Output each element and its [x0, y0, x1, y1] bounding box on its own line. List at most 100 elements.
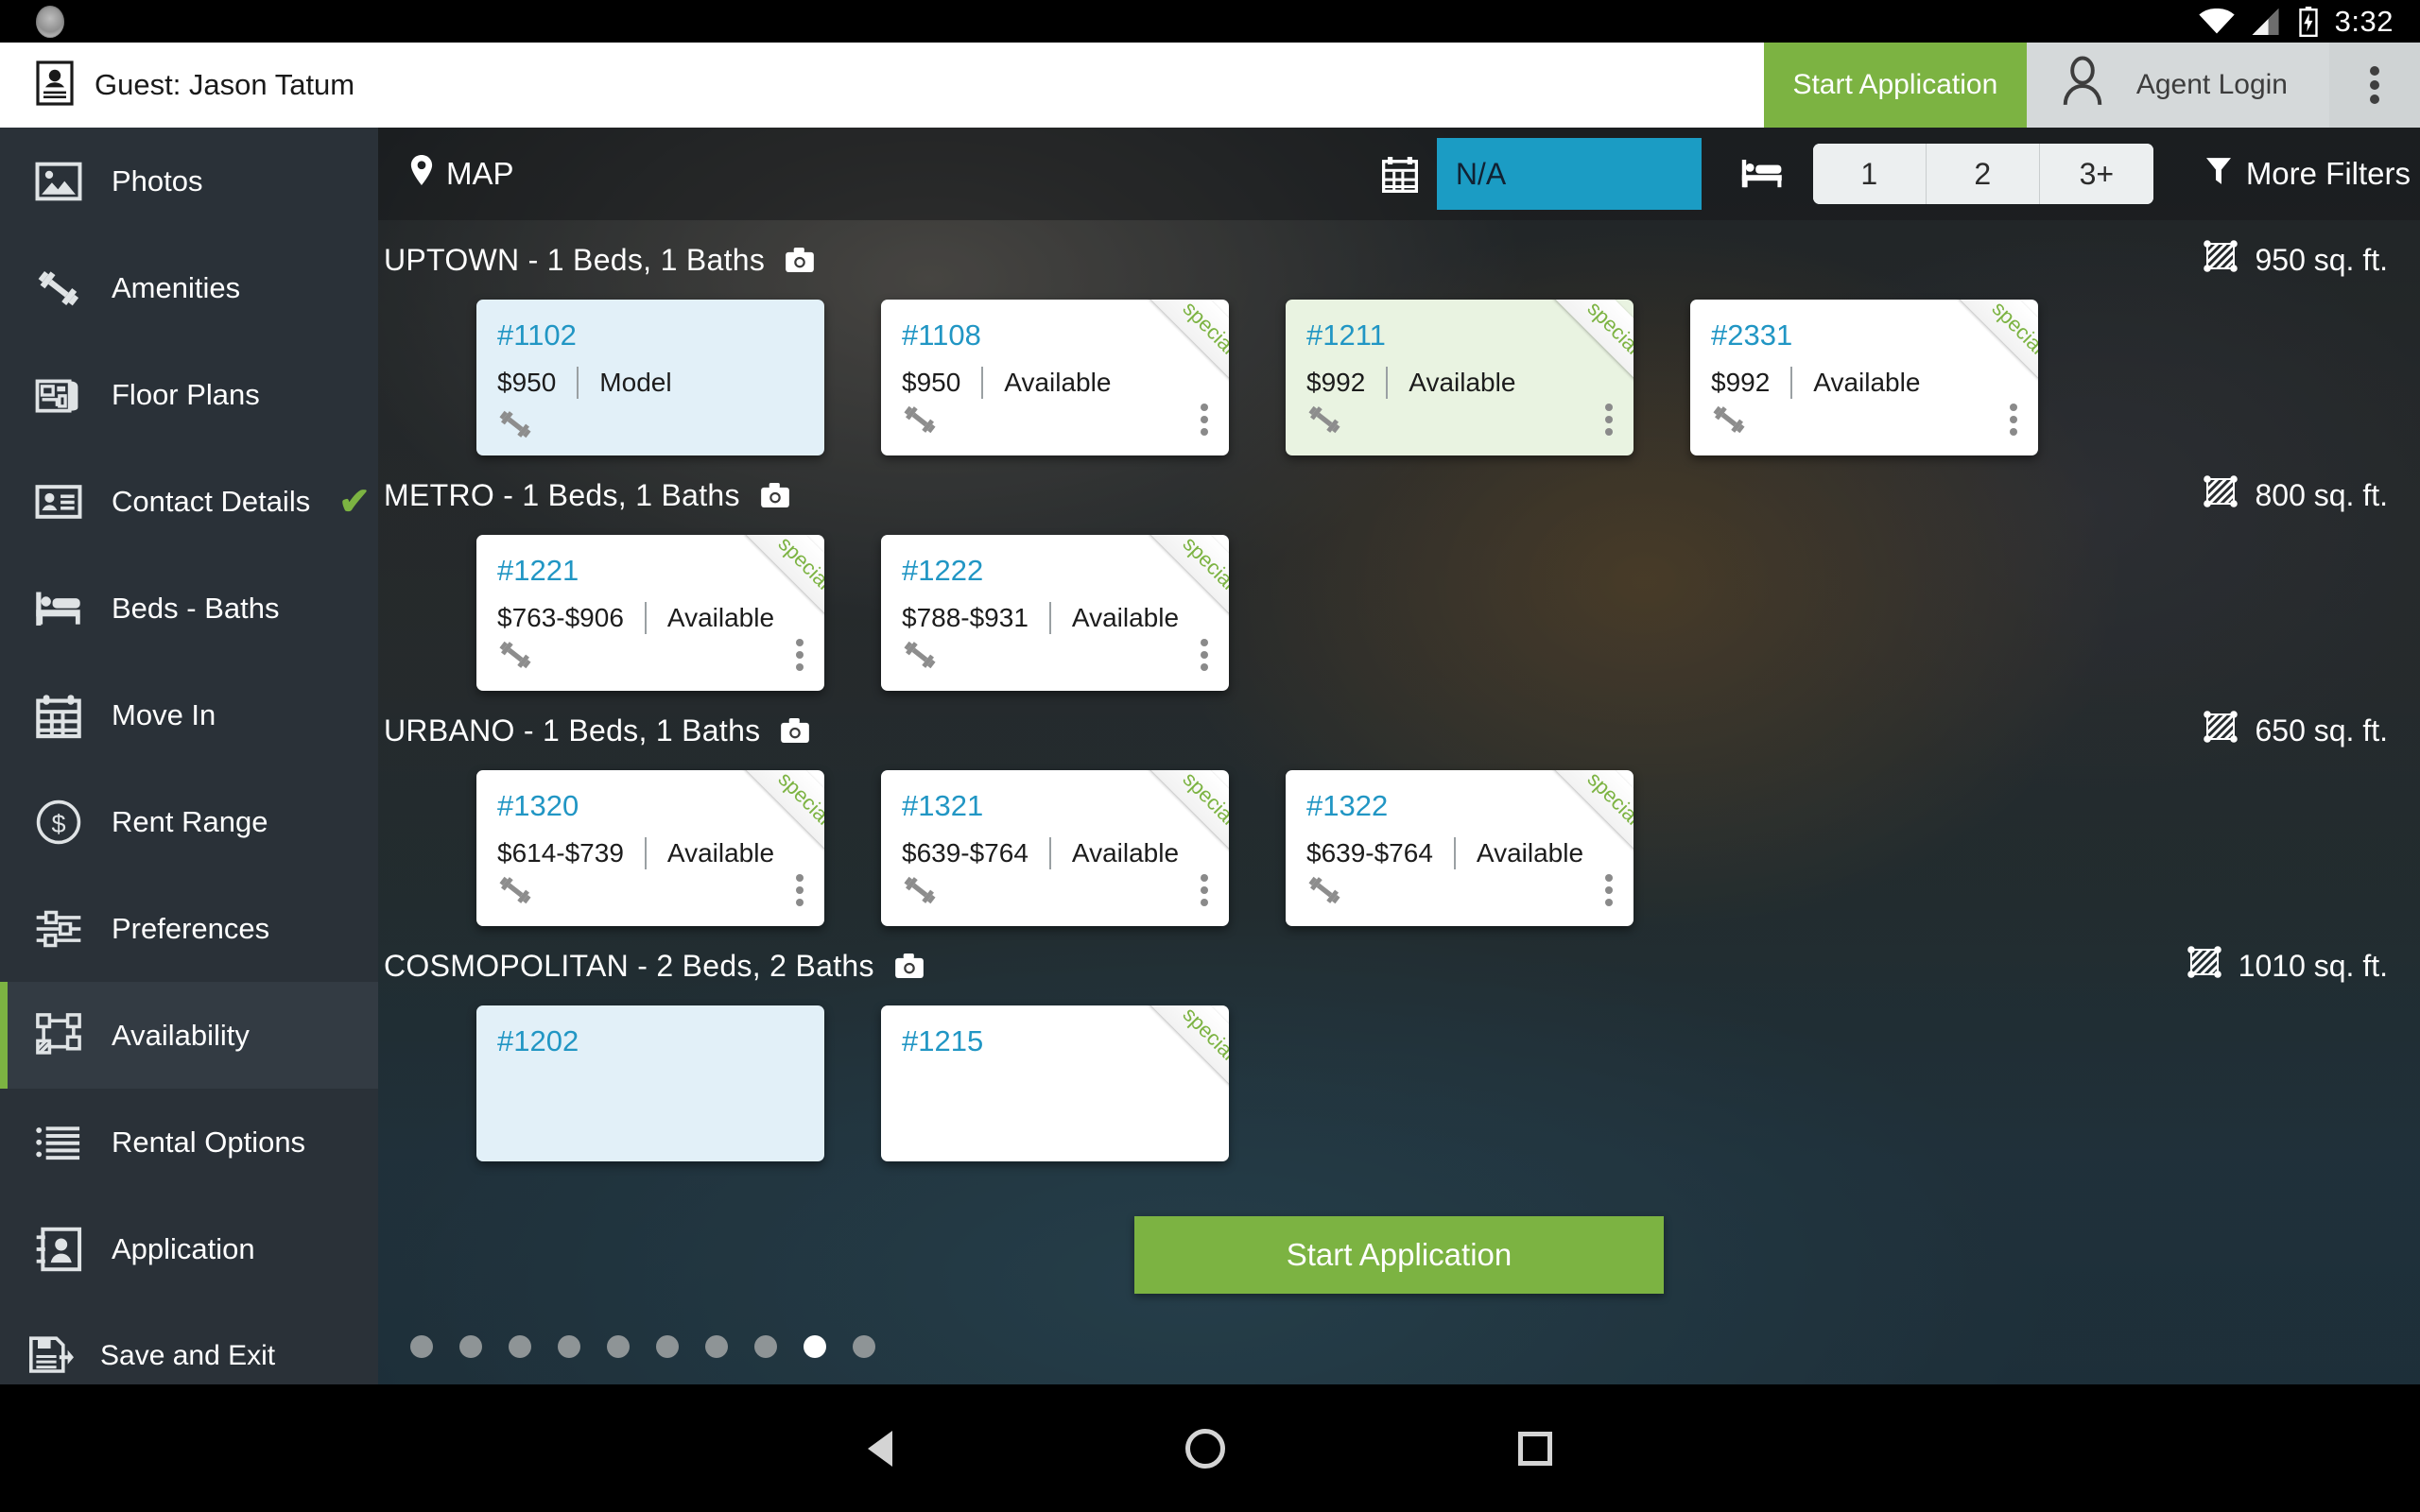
start-application-button-header[interactable]: Start Application — [1763, 43, 2027, 128]
unit-card[interactable]: #1215 specials — [881, 1005, 1229, 1161]
carousel-pagination — [410, 1335, 875, 1358]
unit-price: $763-$906 — [497, 603, 624, 632]
home-circle-icon[interactable] — [1185, 1428, 1225, 1469]
pagination-dot[interactable] — [509, 1335, 531, 1358]
camera-icon[interactable] — [781, 718, 810, 743]
sqft-label: 800 sq. ft. — [2255, 477, 2388, 512]
unit-number: #1321 — [902, 789, 984, 822]
floorplan-group-header: UPTOWN - 1 Beds, 1 Baths 950 sq. ft. — [378, 220, 2420, 300]
sidebar-item-rent-range[interactable]: $ Rent Range — [0, 768, 378, 875]
move-in-date-input[interactable]: N/A — [1436, 138, 1702, 210]
unit-price: $639-$764 — [1306, 838, 1433, 868]
unit-card[interactable]: #1322 $639-$764 Available specials — [1286, 770, 1634, 926]
sidebar-item-beds-baths[interactable]: Beds - Baths — [0, 555, 378, 662]
pagination-dot[interactable] — [853, 1335, 875, 1358]
unit-price: $639-$764 — [902, 838, 1028, 868]
unit-card[interactable]: #1222 $788-$931 Available specials — [881, 535, 1229, 691]
floorplan-group-name: UPTOWN - 1 Beds, 1 Baths — [384, 242, 766, 277]
more-filters-button[interactable]: More Filters — [2205, 156, 2420, 192]
sidebar-item-rental-options[interactable]: Rental Options — [0, 1089, 378, 1195]
unit-card[interactable]: #2331 $992 Available specials — [1690, 300, 2038, 455]
unit-overflow-menu-icon[interactable] — [796, 869, 804, 911]
divider — [1386, 367, 1389, 399]
svg-text:$: $ — [51, 809, 65, 838]
map-toggle-button[interactable]: MAP — [410, 155, 514, 193]
sidebar-item-preferences[interactable]: Preferences — [0, 875, 378, 982]
unit-overflow-menu-icon[interactable] — [1605, 869, 1613, 911]
android-navigation-bar — [0, 1384, 2420, 1512]
back-triangle-icon[interactable] — [868, 1430, 892, 1467]
overflow-menu-button[interactable] — [2329, 43, 2420, 128]
bed-option-1[interactable]: 1 — [1812, 144, 1927, 204]
divider — [981, 367, 984, 399]
dumbbell-icon — [902, 639, 938, 671]
sidebar-item-availability[interactable]: Availability — [0, 982, 378, 1089]
sidebar-item-save-and-exit[interactable]: Save and Exit — [0, 1302, 378, 1384]
unit-card[interactable]: #1102 $950 Model — [476, 300, 824, 455]
bed-option-2[interactable]: 2 — [1926, 144, 2040, 204]
unit-card-row: #1320 $614-$739 Available specials #1321 $639… — [378, 770, 2420, 926]
camera-icon[interactable] — [786, 248, 815, 272]
pagination-dot[interactable] — [410, 1335, 433, 1358]
specials-ribbon: specials — [1135, 1005, 1229, 1115]
unit-overflow-menu-icon[interactable] — [2010, 399, 2017, 440]
pagination-dot[interactable] — [656, 1335, 679, 1358]
unit-overflow-menu-icon[interactable] — [1201, 869, 1208, 911]
divider — [1453, 837, 1456, 869]
unit-price: $614-$739 — [497, 838, 624, 868]
pagination-dot[interactable] — [804, 1335, 826, 1358]
sidebar-item-amenities[interactable]: Amenities — [0, 234, 378, 341]
photo-icon — [34, 157, 83, 206]
unit-overflow-menu-icon[interactable] — [1605, 399, 1613, 440]
unit-number: #1322 — [1306, 789, 1389, 822]
sidebar-item-contact-details[interactable]: Contact Details ✔ — [0, 448, 378, 555]
unit-overflow-menu-icon[interactable] — [796, 634, 804, 676]
pagination-dot[interactable] — [459, 1335, 482, 1358]
camera-icon[interactable] — [760, 483, 789, 507]
unit-card[interactable]: #1320 $614-$739 Available specials — [476, 770, 824, 926]
divider — [644, 837, 647, 869]
dumbbell-icon — [34, 264, 83, 313]
pagination-dot[interactable] — [558, 1335, 580, 1358]
bed-option-3plus[interactable]: 3+ — [2039, 144, 2153, 204]
camera-icon[interactable] — [894, 954, 924, 978]
sidebar-item-application[interactable]: Application — [0, 1195, 378, 1302]
unit-card[interactable]: #1211 $992 Available specials — [1286, 300, 1634, 455]
pagination-dot[interactable] — [754, 1335, 777, 1358]
area-icon — [2204, 711, 2238, 750]
sidebar-item-move-in[interactable]: Move In — [0, 662, 378, 768]
sidebar-item-floor-plans[interactable]: Floor Plans — [0, 341, 378, 448]
unit-card[interactable]: #1321 $639-$764 Available specials — [881, 770, 1229, 926]
unit-card[interactable]: #1202 — [476, 1005, 824, 1161]
kebab-menu-icon — [2370, 61, 2379, 109]
sqft-label: 950 sq. ft. — [2255, 242, 2388, 277]
unit-status: Available — [666, 838, 775, 868]
unit-overflow-menu-icon[interactable] — [1201, 399, 1208, 440]
floorplan-group-header: URBANO - 1 Beds, 1 Baths 650 sq. ft. — [378, 691, 2420, 770]
unit-status: Model — [599, 368, 672, 397]
recents-square-icon[interactable] — [1518, 1431, 1552, 1466]
sqft-label: 1010 sq. ft. — [2238, 948, 2388, 983]
unit-card-row: #1202 #1215 specials — [378, 1005, 2420, 1161]
floorplan-sqft: 800 sq. ft. — [2204, 475, 2388, 515]
unit-overflow-menu-icon[interactable] — [1201, 634, 1208, 676]
unit-number: #1320 — [497, 789, 579, 822]
unit-card[interactable]: #1108 $950 Available specials — [881, 300, 1229, 455]
floorplan-group-header: COSMOPOLITAN - 2 Beds, 2 Baths 1010 sq. f… — [378, 926, 2420, 1005]
save-exit-icon — [26, 1332, 76, 1381]
sidebar-item-label: Move In — [112, 697, 216, 731]
dumbbell-icon — [1711, 404, 1747, 436]
pagination-dot[interactable] — [607, 1335, 630, 1358]
sidebar-item-photos[interactable]: Photos — [0, 128, 378, 234]
dollar-circle-icon: $ — [34, 798, 83, 847]
sidebar-item-label: Rental Options — [112, 1125, 306, 1159]
sidebar-item-label: Amenities — [112, 270, 241, 304]
battery-charging-icon — [2298, 6, 2318, 37]
sitemap-icon — [34, 1011, 83, 1060]
agent-login-button[interactable]: Agent Login — [2026, 43, 2329, 128]
start-application-button-floating[interactable]: Start Application — [1134, 1216, 1664, 1294]
pagination-dot[interactable] — [705, 1335, 728, 1358]
floorplan-sqft: 650 sq. ft. — [2204, 711, 2388, 750]
unit-card[interactable]: #1221 $763-$906 Available specials — [476, 535, 824, 691]
sidebar-item-label: Save and Exit — [100, 1339, 276, 1371]
